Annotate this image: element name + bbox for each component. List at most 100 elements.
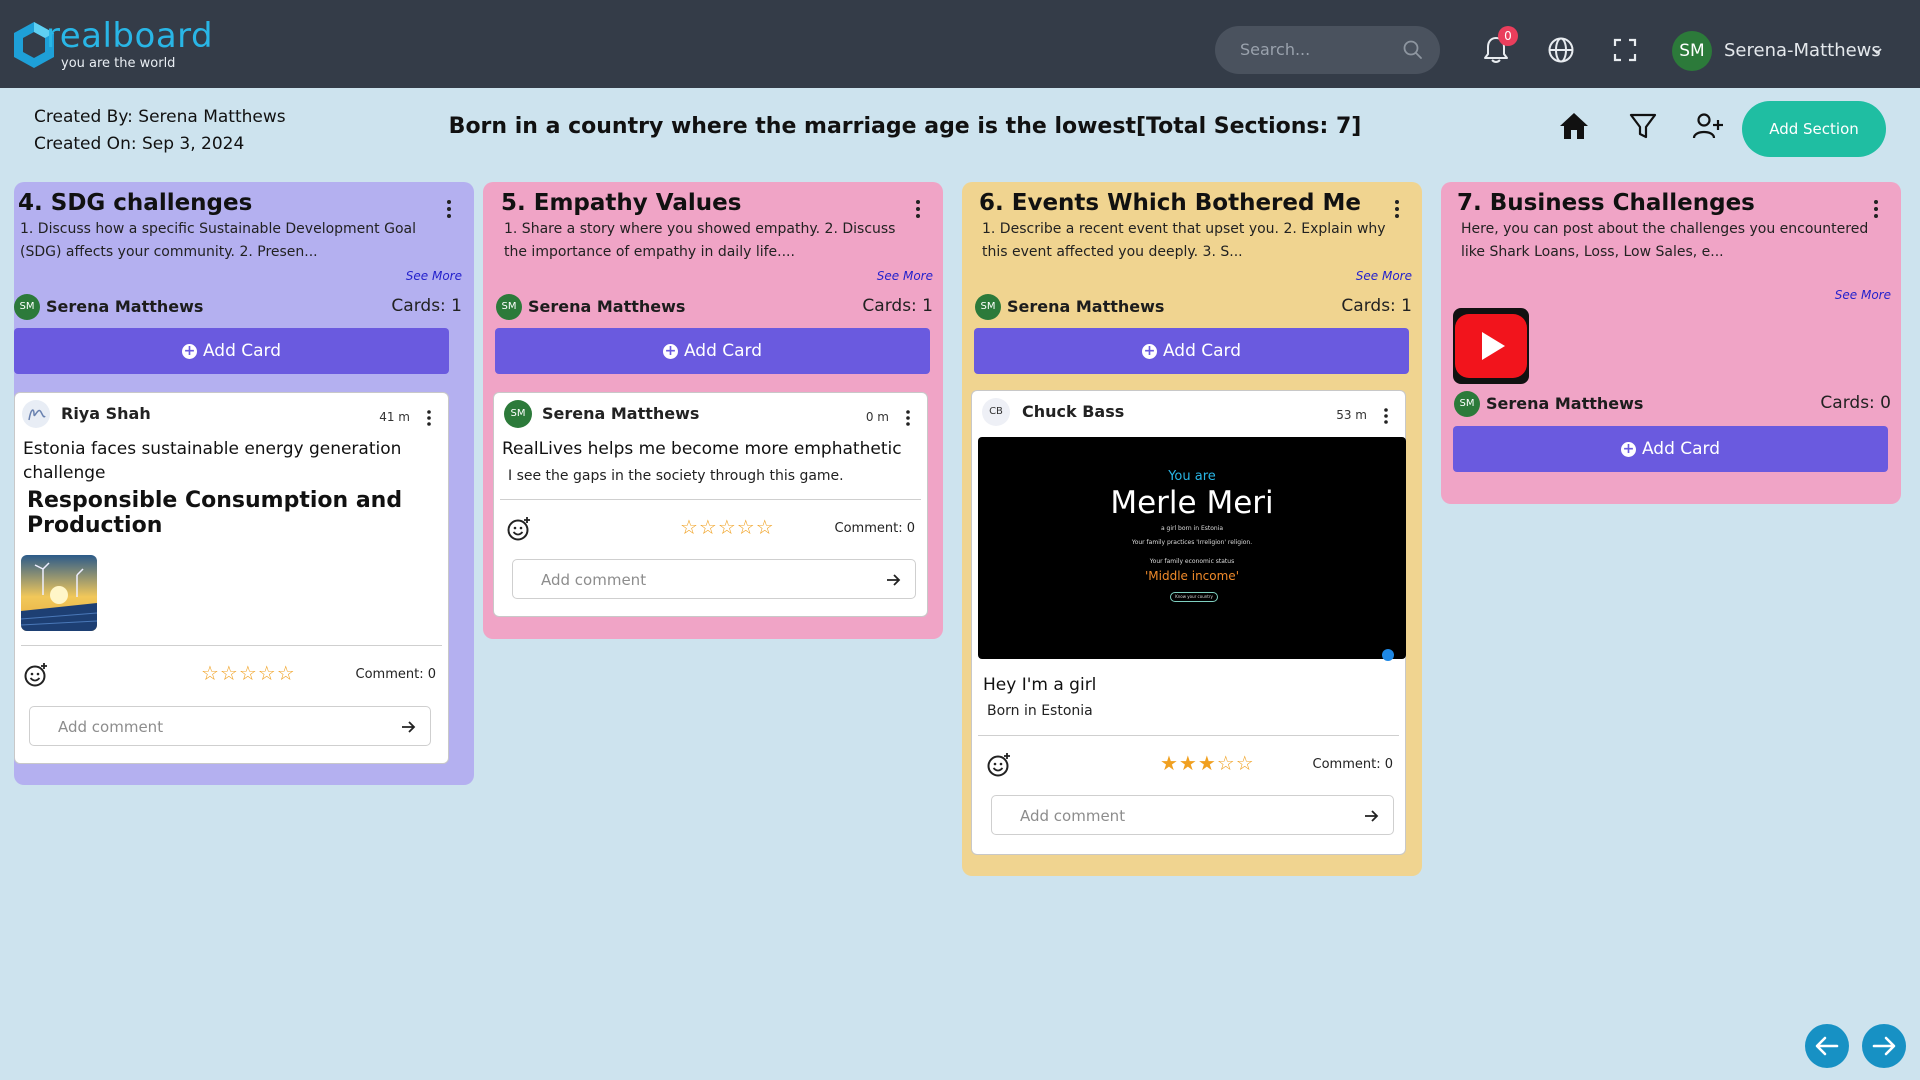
section-column-sdg: 4. SDG challenges 1. Discuss how a speci…	[14, 182, 474, 785]
section-owner-row: SM Serena Matthews Cards: 0	[1454, 389, 1891, 419]
comment-placeholder: Add comment	[541, 571, 647, 589]
see-more-link[interactable]: See More	[406, 269, 462, 283]
solar-farm-image[interactable]	[21, 555, 97, 631]
section-menu-icon[interactable]	[915, 198, 921, 220]
image-badge-icon	[1382, 649, 1394, 661]
author-avatar: CB	[982, 398, 1010, 426]
top-navbar: realboard you are the world Search... 0 …	[0, 0, 1920, 88]
add-section-button[interactable]: Add Section	[1742, 101, 1886, 157]
arrow-right-icon[interactable]	[400, 719, 416, 735]
card-menu-icon[interactable]	[426, 409, 432, 427]
plus-icon: +	[662, 343, 678, 359]
search-icon[interactable]	[1402, 39, 1424, 61]
home-icon[interactable]	[1558, 110, 1590, 142]
arrow-left-icon	[1815, 1036, 1839, 1056]
section-title: 6. Events Which Bothered Me	[979, 190, 1361, 216]
see-more-link[interactable]: See More	[1835, 288, 1891, 302]
game-screenshot-image[interactable]: You are Merle Meri a girl born in Estoni…	[978, 437, 1406, 661]
created-on: Created On: Sep 3, 2024	[34, 134, 245, 154]
section-owner-row: SM Serena Matthews Cards: 1	[975, 292, 1412, 322]
add-card-button[interactable]: + Add Card	[495, 328, 930, 374]
comment-placeholder: Add comment	[58, 718, 164, 736]
card-time: 53 m	[1336, 408, 1367, 422]
see-more-link[interactable]: See More	[877, 269, 933, 283]
youtube-icon[interactable]	[1453, 308, 1529, 384]
card-title: Hey I'm a girl	[983, 675, 1097, 695]
comment-input[interactable]: Add comment	[29, 706, 431, 746]
owner-avatar: SM	[14, 294, 40, 320]
card-divider	[978, 735, 1399, 736]
search-input[interactable]: Search...	[1215, 26, 1440, 74]
star-rating[interactable]: ☆☆☆☆☆	[201, 661, 296, 685]
section-menu-icon[interactable]	[1873, 198, 1879, 220]
owner-name: Serena Matthews	[46, 297, 204, 316]
notification-badge: 0	[1498, 26, 1518, 46]
owner-name: Serena Matthews	[1007, 297, 1165, 316]
created-by: Created By: Serena Matthews	[34, 107, 286, 127]
emoji-react-icon[interactable]	[506, 516, 532, 542]
star-rating[interactable]: ★★★☆☆	[1160, 751, 1255, 775]
chevron-down-icon[interactable]	[1871, 45, 1883, 57]
emoji-react-icon[interactable]	[23, 662, 49, 688]
comment-input[interactable]: Add comment	[991, 795, 1394, 835]
image-status: 'Middle income'	[1144, 569, 1239, 583]
logo-tagline: you are the world	[61, 56, 176, 71]
owner-avatar: SM	[975, 294, 1001, 320]
user-menu-name[interactable]: Serena-Matthews	[1724, 40, 1881, 61]
signature-icon	[28, 409, 46, 421]
realboard-logo[interactable]: realboard you are the world	[10, 16, 213, 74]
search-placeholder: Search...	[1240, 40, 1311, 59]
card-menu-icon[interactable]	[1383, 407, 1389, 425]
scroll-right-button[interactable]	[1862, 1024, 1906, 1068]
emoji-react-icon[interactable]	[986, 752, 1012, 778]
cards-count: Cards: 1	[391, 296, 462, 316]
section-description: 1. Share a story where you showed empath…	[504, 221, 896, 260]
comment-input[interactable]: Add comment	[512, 559, 916, 599]
section-title: 5. Empathy Values	[501, 190, 742, 216]
add-card-button[interactable]: + Add Card	[1453, 426, 1888, 472]
arrow-right-icon[interactable]	[885, 572, 901, 588]
logo-wordmark: realboard	[46, 16, 214, 56]
card-author: Chuck Bass	[1022, 402, 1125, 421]
user-avatar[interactable]: SM	[1672, 31, 1712, 71]
comment-count: Comment: 0	[355, 667, 436, 682]
image-line-2: Your family practices 'Irreligion' relig…	[1131, 539, 1253, 546]
author-avatar: SM	[504, 400, 532, 428]
globe-icon[interactable]	[1546, 35, 1576, 65]
card-time: 0 m	[865, 410, 889, 424]
scroll-left-button[interactable]	[1805, 1024, 1849, 1068]
card-menu-icon[interactable]	[905, 409, 911, 427]
comment-count: Comment: 0	[1312, 757, 1393, 772]
owner-name: Serena Matthews	[528, 297, 686, 316]
card-divider	[500, 499, 921, 500]
plus-icon: +	[1620, 441, 1636, 457]
card-title: Estonia faces sustainable energy generat…	[23, 439, 402, 483]
card-empathy-serena[interactable]: SM Serena Matthews 0 m RealLives helps m…	[493, 392, 928, 617]
section-description: Here, you can post about the challenges …	[1461, 221, 1869, 260]
add-card-button[interactable]: + Add Card	[974, 328, 1409, 374]
arrow-right-icon[interactable]	[1363, 808, 1379, 824]
section-menu-icon[interactable]	[1394, 198, 1400, 220]
card-subtitle: Born in Estonia	[987, 703, 1093, 719]
card-events-chuck[interactable]: CB Chuck Bass 53 m You are Merle Meri a …	[971, 390, 1406, 855]
section-menu-icon[interactable]	[446, 198, 452, 220]
plus-icon: +	[181, 343, 197, 359]
card-author: Serena Matthews	[542, 404, 700, 423]
cards-count: Cards: 0	[1820, 393, 1891, 413]
card-heading: Responsible Consumption and Production	[27, 488, 403, 538]
fullscreen-icon[interactable]	[1610, 35, 1640, 65]
card-sdg-riya[interactable]: Riya Shah 41 m Estonia faces sustainable…	[14, 392, 449, 764]
card-time: 41 m	[379, 410, 410, 424]
add-card-button[interactable]: + Add Card	[14, 328, 449, 374]
comment-count: Comment: 0	[834, 521, 915, 536]
section-column-business: 7. Business Challenges Here, you can pos…	[1441, 182, 1901, 504]
add-user-icon[interactable]	[1692, 110, 1724, 142]
section-owner-row: SM Serena Matthews Cards: 1	[496, 292, 933, 322]
section-description: 1. Discuss how a specific Sustainable De…	[20, 221, 416, 260]
image-cta-button: Know your country	[1170, 592, 1218, 602]
see-more-link[interactable]: See More	[1356, 269, 1412, 283]
board-title: Born in a country where the marriage age…	[448, 114, 1362, 139]
filter-icon[interactable]	[1627, 110, 1659, 142]
image-you-are: You are	[1168, 469, 1216, 484]
star-rating[interactable]: ☆☆☆☆☆	[680, 515, 775, 539]
